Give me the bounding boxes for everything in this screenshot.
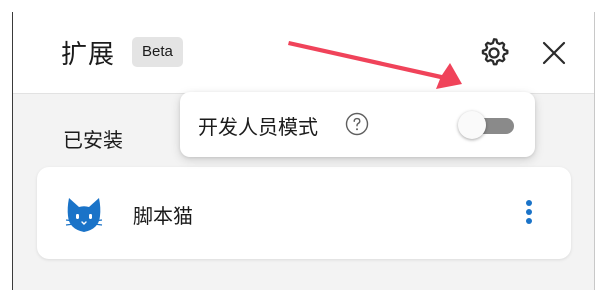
window-frame: 扩展 Beta 已安装 脚本猫 开发人员模式 <box>0 0 606 297</box>
help-circle-icon[interactable] <box>345 112 369 136</box>
close-icon <box>542 41 566 65</box>
installed-section-title: 已安装 <box>63 128 123 152</box>
beta-badge: Beta <box>132 37 183 67</box>
panel-header: 扩展 Beta <box>13 12 594 94</box>
toggle-thumb <box>458 111 486 139</box>
close-button[interactable] <box>537 36 571 70</box>
extension-name: 脚本猫 <box>133 204 193 228</box>
page-title: 扩展 <box>61 40 116 70</box>
extension-card[interactable]: 脚本猫 <box>37 167 571 259</box>
extension-menu-button[interactable] <box>517 197 541 227</box>
developer-mode-toggle[interactable] <box>458 111 516 139</box>
settings-button[interactable] <box>475 34 513 72</box>
developer-mode-label: 开发人员模式 <box>198 115 318 139</box>
developer-mode-popup: 开发人员模式 <box>180 92 535 157</box>
gear-icon <box>481 38 509 66</box>
cat-icon <box>65 198 103 232</box>
more-vertical-icon <box>526 200 532 224</box>
